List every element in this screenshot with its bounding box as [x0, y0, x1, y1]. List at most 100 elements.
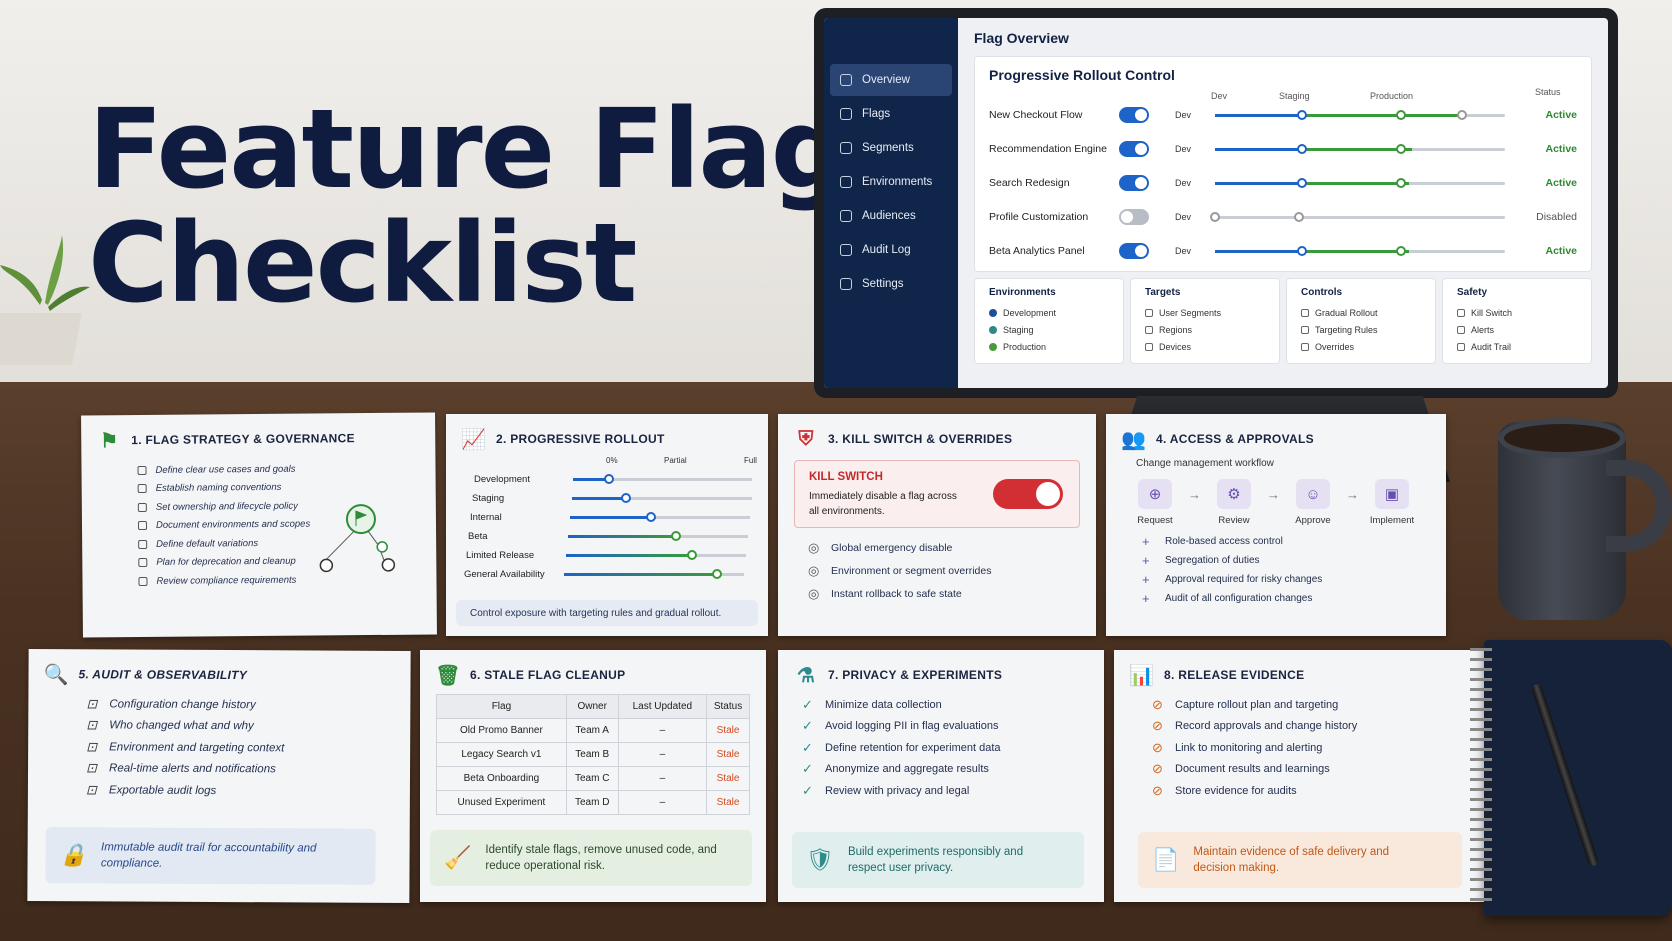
flag-name: Recommendation Engine: [989, 143, 1107, 155]
box-item[interactable]: Devices: [1145, 338, 1265, 355]
rollout-track: [570, 512, 750, 522]
rollout-knob[interactable]: [646, 512, 656, 522]
box-item-label: Alerts: [1471, 324, 1495, 335]
kill-switch-toggle[interactable]: [993, 479, 1063, 509]
box-item[interactable]: Audit Trail: [1457, 338, 1577, 355]
coffee-mug-top: [1498, 418, 1626, 458]
rollout-track: [566, 550, 746, 560]
summary-box-controls: Controls Gradual Rollout Targeting Rules Ov…: [1286, 278, 1436, 364]
document-icon: 📄: [1152, 847, 1180, 872]
flag-toggle[interactable]: [1119, 243, 1149, 259]
rollout-knob[interactable]: [1297, 245, 1307, 256]
box-item-label: Production: [1003, 341, 1047, 352]
rollout-knob[interactable]: [1297, 109, 1307, 120]
list-item: ⊘ Link to monitoring and alerting: [1152, 737, 1468, 759]
item-icon: [1145, 342, 1153, 351]
table-cell: Legacy Search v1: [436, 742, 567, 767]
sidebar-item-segments[interactable]: Segments: [830, 132, 952, 164]
sidebar-item-audit-log[interactable]: Audit Log: [830, 234, 952, 266]
box-item[interactable]: Alerts: [1457, 321, 1577, 338]
flag-status: Active: [1545, 109, 1577, 121]
col-header-status: Status: [1535, 87, 1561, 97]
checkbox[interactable]: [137, 484, 147, 494]
summary-box-targets: Targets User Segments Regions Devices: [1130, 278, 1280, 364]
cleanup-note: 🧹 Identify stale flags, remove unused cod…: [430, 830, 752, 886]
flag-toggle[interactable]: [1119, 107, 1149, 123]
checkbox[interactable]: [137, 465, 147, 475]
box-item[interactable]: Gradual Rollout: [1301, 304, 1421, 321]
nav-icon: [840, 210, 852, 222]
flag-status: Active: [1545, 143, 1577, 155]
rollout-knob[interactable]: [1297, 177, 1307, 188]
box-item[interactable]: Development: [989, 304, 1109, 321]
rollout-knob[interactable]: [687, 550, 697, 560]
dashboard-heading: Flag Overview: [974, 30, 1069, 46]
list-item: ✓ Avoid logging PII in flag evaluations: [802, 716, 1088, 738]
box-item[interactable]: Staging: [989, 321, 1109, 338]
stale-flags-table: Flag Owner Last Updated Status Old Promo Ba…: [436, 694, 750, 815]
flag-row: Beta Analytics Panel Dev Active: [989, 241, 1577, 261]
rollout-knob[interactable]: [1210, 211, 1220, 222]
log-icon: ⊡: [86, 739, 98, 755]
rollout-knob[interactable]: [1395, 245, 1406, 256]
evidence-icon: ⊘: [1152, 739, 1163, 755]
plus-icon: +: [1142, 572, 1150, 587]
checkbox[interactable]: [137, 502, 147, 512]
box-item[interactable]: Kill Switch: [1457, 304, 1577, 321]
item-icon: [1457, 325, 1465, 334]
box-item[interactable]: Overrides: [1301, 338, 1421, 355]
flag-status: Disabled: [1536, 211, 1577, 223]
checkbox[interactable]: [138, 558, 148, 568]
dashboard-screen: Overview Flags Segments Environments Audienc…: [824, 18, 1608, 388]
sidebar-item-audiences[interactable]: Audiences: [830, 200, 952, 232]
list-item: ◎ Instant rollback to safe state: [808, 582, 1080, 605]
table-cell: Stale: [706, 718, 750, 743]
rollout-knob[interactable]: [604, 474, 615, 484]
rollout-row: Internal: [462, 508, 752, 527]
box-item[interactable]: User Segments: [1145, 304, 1265, 321]
box-item[interactable]: Production: [989, 338, 1109, 355]
rollout-knob[interactable]: [1456, 109, 1467, 120]
rollout-knob[interactable]: [1297, 143, 1307, 154]
checkbox[interactable]: [137, 521, 148, 531]
rollout-knob[interactable]: [621, 493, 631, 503]
checkbox[interactable]: [138, 539, 148, 549]
list-item: ✓ Review with privacy and legal: [802, 780, 1088, 802]
note-text: Build experiments responsibly and respec…: [847, 846, 1024, 874]
trash-icon: 🗑: [435, 664, 461, 687]
box-item-label: Gradual Rollout: [1315, 307, 1378, 318]
sidebar-item-overview[interactable]: Overview: [830, 64, 952, 96]
box-item[interactable]: Regions: [1145, 321, 1265, 338]
list-item-label: Avoid logging PII in flag evaluations: [825, 720, 999, 733]
rollout-knob[interactable]: [1395, 143, 1406, 154]
list-item-label: Anonymize and aggregate results: [825, 763, 989, 776]
sidebar-item-flags[interactable]: Flags: [830, 98, 952, 130]
flag-toggle[interactable]: [1119, 141, 1149, 157]
checkbox[interactable]: [138, 576, 148, 586]
list-item-label: Segregation of duties: [1165, 555, 1260, 566]
list-item-label: Document results and learnings: [1175, 763, 1330, 776]
list-item-label: Capture rollout plan and targeting: [1175, 698, 1339, 711]
evidence-icon: ⊘: [1152, 761, 1163, 777]
list-item-label: Record approvals and change history: [1175, 720, 1358, 733]
evidence-note: 📄 Maintain evidence of safe delivery and …: [1138, 832, 1462, 888]
rollout-track: [564, 569, 744, 579]
sidebar-item-environments[interactable]: Environments: [830, 166, 952, 198]
list-item-label: Define default variations: [156, 537, 259, 550]
rollout-panel: Progressive Rollout Control Dev Staging …: [974, 56, 1592, 272]
rollout-row: Staging: [462, 489, 752, 508]
rollout-knob[interactable]: [712, 569, 722, 579]
list-item: ⊡ Real-time alerts and notifications: [86, 758, 394, 781]
note-text: Maintain evidence of safe delivery and d…: [1193, 846, 1390, 874]
card-progressive-rollout: 📈 2. PROGRESSIVE ROLLOUT 0% Partial Full …: [446, 414, 768, 636]
rollout-knob[interactable]: [1294, 211, 1305, 222]
rollout-knob[interactable]: [1395, 177, 1406, 188]
box-item[interactable]: Targeting Rules: [1301, 321, 1421, 338]
flag-toggle[interactable]: [1119, 175, 1149, 191]
rollout-knob[interactable]: [1395, 109, 1406, 120]
flag-toggle[interactable]: [1119, 209, 1149, 225]
table-row: Legacy Search v1 Team B – Stale: [436, 742, 750, 767]
sidebar-item-settings[interactable]: Settings: [830, 268, 952, 300]
rollout-knob[interactable]: [671, 531, 681, 541]
evidence-icon: ⊘: [1152, 782, 1163, 798]
